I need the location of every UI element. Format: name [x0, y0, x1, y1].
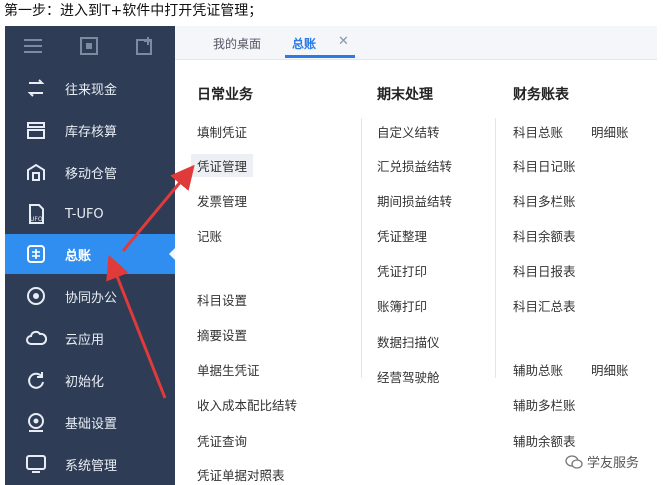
svg-text:UFO: UFO [30, 216, 43, 223]
init-icon [25, 369, 47, 391]
column-divider [361, 118, 362, 378]
inventory-icon [25, 119, 47, 141]
sidebar-item-label: 云应用 [65, 332, 105, 348]
sidebar-item-t-ufo[interactable]: UFO T-UFO [5, 194, 175, 234]
link-document-to-voucher[interactable]: 单据生凭证 [197, 360, 260, 379]
link-summary-settings[interactable]: 摘要设置 [197, 325, 247, 344]
link-voucher-print[interactable]: 凭证打印 [377, 261, 427, 280]
link-voucher-tidy[interactable]: 凭证整理 [377, 226, 427, 245]
column-title-period-end: 期末处理 [377, 87, 433, 103]
link-business-cockpit[interactable]: 经营驾驶舱 [377, 367, 440, 386]
menu-icon[interactable] [5, 26, 61, 66]
sidebar-item-inventory[interactable]: 库存核算 [5, 110, 175, 150]
sidebar-item-label: 系统管理 [65, 458, 118, 474]
sidebar-item-cloud[interactable]: 云应用 [5, 318, 175, 358]
link-period-pl-carryover[interactable]: 期间损益结转 [377, 191, 452, 210]
link-income-cost-matching[interactable]: 收入成本配比结转 [197, 395, 297, 414]
link-custom-carryover[interactable]: 自定义结转 [377, 122, 440, 141]
sidebar-toolbar [5, 26, 175, 66]
sidebar-item-label: 库存核算 [65, 124, 118, 140]
mobile-warehouse-icon [25, 161, 47, 183]
link-account-balance[interactable]: 科目余额表 [513, 226, 576, 245]
sidebar-item-general-ledger[interactable]: 总账 [5, 234, 176, 274]
link-account-summary[interactable]: 科目汇总表 [513, 296, 576, 315]
sidebar-item-label: T-UFO [65, 206, 104, 222]
wechat-icon [565, 454, 583, 469]
link-aux-balance[interactable]: 辅助余额表 [513, 431, 576, 450]
sidebar-item-label: 协同办公 [65, 290, 118, 306]
link-posting[interactable]: 记账 [197, 226, 222, 245]
sidebar-item-label: 移动仓管 [65, 166, 118, 182]
sidebar-item-system[interactable]: 系统管理 [5, 444, 175, 484]
column-title-daily: 日常业务 [197, 87, 253, 103]
link-aux-detail-ledger[interactable]: 明细账 [591, 360, 629, 379]
cash-icon [25, 77, 47, 99]
sidebar-item-init[interactable]: 初始化 [5, 360, 175, 400]
system-icon [25, 453, 47, 475]
ufo-icon: UFO [25, 203, 47, 225]
link-voucher-query[interactable]: 凭证查询 [197, 431, 247, 450]
tab-bar: 我的桌面 总账 ✕ [175, 26, 657, 60]
link-data-scanner[interactable]: 数据扫描仪 [377, 332, 440, 351]
link-account-multi-column[interactable]: 科目多栏账 [513, 191, 576, 210]
active-tab-indicator [285, 55, 355, 58]
link-aux-general-ledger[interactable]: 辅助总账 [513, 360, 563, 379]
tab-my-desktop[interactable]: 我的桌面 [213, 35, 261, 52]
settings-icon [25, 411, 47, 433]
watermark: 学友服务 [565, 452, 639, 471]
link-voucher-management[interactable]: 凭证管理 [191, 154, 254, 177]
app-screenshot: 往来现金 库存核算 移动仓管 UFO T-UFO 总账 协同办公 云应用 初始化… [5, 26, 657, 485]
sidebar-item-label: 往来现金 [65, 82, 118, 98]
collab-icon [25, 285, 47, 307]
ledger-icon [25, 243, 47, 265]
sidebar-item-cash[interactable]: 往来现金 [5, 68, 175, 108]
instruction-caption: 第一步：进入到T+软件中打开凭证管理； [4, 3, 263, 19]
link-fill-voucher[interactable]: 填制凭证 [197, 122, 247, 141]
column-title-books: 财务账表 [513, 87, 569, 103]
column-divider [495, 118, 496, 378]
link-detail-ledger[interactable]: 明细账 [591, 122, 629, 141]
watermark-text: 学友服务 [586, 456, 639, 471]
sidebar-item-label: 总账 [65, 248, 92, 264]
link-exchange-carryover[interactable]: 汇兑损益结转 [377, 156, 452, 175]
sidebar-item-label: 基础设置 [65, 416, 118, 432]
add-window-icon[interactable] [117, 26, 173, 66]
sidebar-item-collab[interactable]: 协同办公 [5, 276, 175, 316]
sidebar-item-label: 初始化 [65, 374, 105, 390]
sidebar-item-mobile-warehouse[interactable]: 移动仓管 [5, 152, 175, 192]
link-book-print[interactable]: 账簿打印 [377, 296, 427, 315]
link-account-daily-report[interactable]: 科目日报表 [513, 261, 576, 280]
link-aux-multi-column[interactable]: 辅助多栏账 [513, 395, 576, 414]
link-invoice-management[interactable]: 发票管理 [197, 191, 247, 210]
main-panel: 我的桌面 总账 ✕ 日常业务 期末处理 财务账表 填制凭证 凭证管理 发票管理 … [175, 26, 657, 485]
frame-icon[interactable] [61, 26, 117, 66]
link-voucher-document-table[interactable]: 凭证单据对照表 [197, 465, 285, 484]
sidebar: 往来现金 库存核算 移动仓管 UFO T-UFO 总账 协同办公 云应用 初始化… [5, 26, 176, 485]
link-account-journal[interactable]: 科目日记账 [513, 156, 576, 175]
close-icon[interactable]: ✕ [338, 34, 349, 49]
link-account-general-ledger[interactable]: 科目总账 [513, 122, 563, 141]
sidebar-item-basic-settings[interactable]: 基础设置 [5, 402, 175, 442]
link-account-settings[interactable]: 科目设置 [197, 290, 247, 309]
tab-general-ledger[interactable]: 总账 [292, 35, 316, 52]
cloud-icon [25, 327, 47, 349]
